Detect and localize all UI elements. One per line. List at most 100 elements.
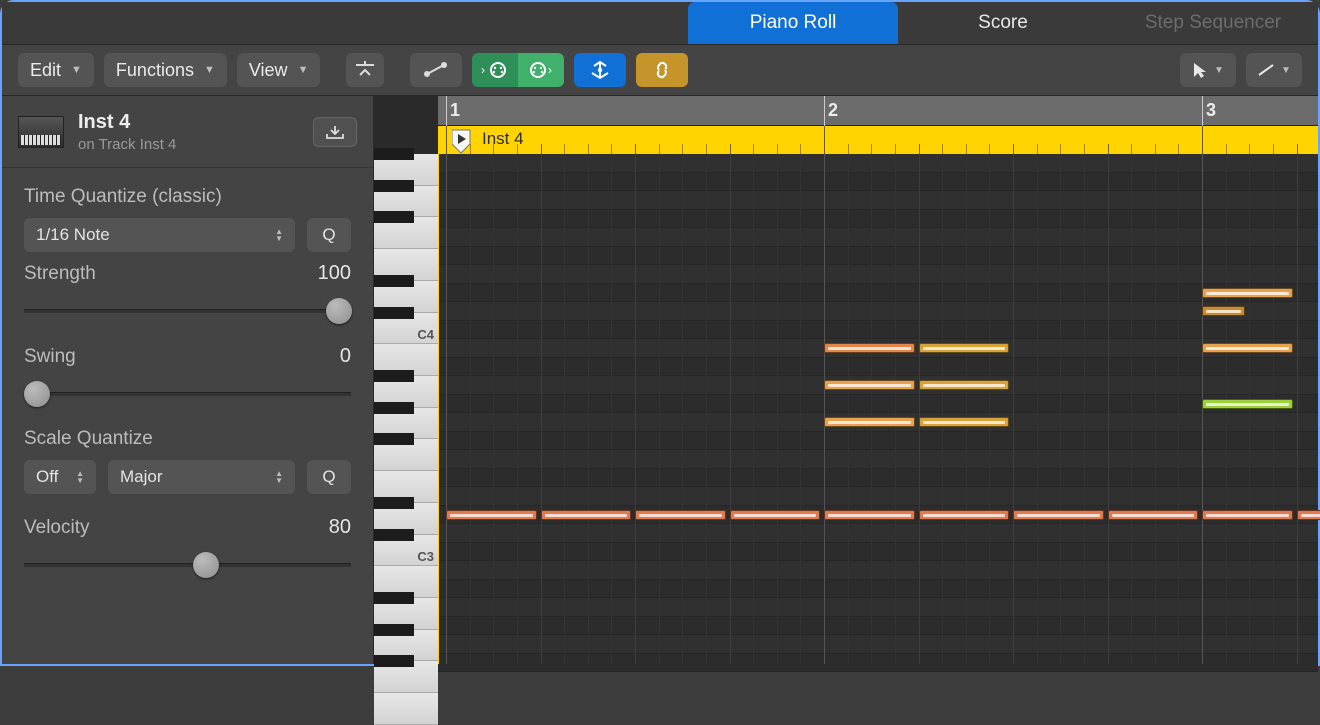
midi-note[interactable] <box>824 510 915 520</box>
velocity-slider[interactable] <box>24 549 351 581</box>
key-label-c3: C3 <box>417 549 434 564</box>
chevron-down-icon: ▼ <box>298 64 309 76</box>
chevron-down-icon: ▼ <box>71 64 82 76</box>
region-ticks <box>438 126 1318 154</box>
midi-out-button[interactable]: › <box>518 53 564 87</box>
stepper-icon: ▲▼ <box>76 470 84 484</box>
midi-note[interactable] <box>919 417 1010 427</box>
quantize-button[interactable]: Q <box>307 218 351 252</box>
slider-thumb[interactable] <box>193 552 219 578</box>
midi-in-button[interactable]: › <box>472 53 518 87</box>
midi-note[interactable] <box>824 343 915 353</box>
scale-enable-select[interactable]: Off ▲▼ <box>24 460 96 494</box>
velocity-label: Velocity <box>24 517 89 539</box>
palette-in-icon: › <box>481 60 509 80</box>
strength-label: Strength <box>24 263 96 285</box>
midi-in-out-segment: › › <box>472 53 564 87</box>
svg-text:›: › <box>481 63 485 77</box>
midi-note[interactable] <box>1202 399 1293 409</box>
import-midi-button[interactable] <box>313 117 357 147</box>
split-icon <box>588 60 612 80</box>
tab-piano-roll[interactable]: Piano Roll <box>688 2 898 44</box>
tab-score[interactable]: Score <box>898 2 1108 44</box>
scale-quantize-label: Scale Quantize <box>24 428 351 450</box>
velocity-value: 80 <box>329 516 351 539</box>
inbox-download-icon <box>325 124 345 140</box>
region-subtitle: on Track Inst 4 <box>78 136 176 153</box>
inspector-sidebar: Inst 4 on Track Inst 4 Time Quantize (cl… <box>2 96 374 664</box>
piano-roll-editor: 1 2 3 Inst 4 C4 C3 <box>374 96 1318 664</box>
view-tabs: Piano Roll Score Step Sequencer <box>688 2 1318 44</box>
tool-selectors: ▼ ▼ <box>1180 53 1302 87</box>
bar-number: 2 <box>828 100 838 121</box>
time-quantize-select[interactable]: 1/16 Note ▲▼ <box>24 218 295 252</box>
link-button[interactable] <box>636 53 688 87</box>
functions-menu[interactable]: Functions ▼ <box>104 53 227 87</box>
left-click-tool[interactable]: ▼ <box>1180 53 1236 87</box>
inspector-panel: Time Quantize (classic) 1/16 Note ▲▼ Q S… <box>2 168 373 617</box>
note-grid[interactable] <box>438 154 1318 664</box>
stepper-icon: ▲▼ <box>275 470 283 484</box>
midi-note[interactable] <box>919 510 1010 520</box>
view-menu[interactable]: View ▼ <box>237 53 321 87</box>
bar-ruler[interactable]: 1 2 3 <box>438 96 1318 126</box>
link-icon <box>650 61 674 79</box>
playhead-line <box>438 154 439 664</box>
time-quantize-value: 1/16 Note <box>36 225 110 245</box>
instrument-thumb-icon <box>18 116 64 148</box>
content-area: Inst 4 on Track Inst 4 Time Quantize (cl… <box>2 96 1318 664</box>
scale-quantize-button[interactable]: Q <box>307 460 351 494</box>
midi-note[interactable] <box>919 343 1010 353</box>
midi-automation-button[interactable] <box>410 53 462 87</box>
bar-number: 3 <box>1206 100 1216 121</box>
chevron-down-icon: ▼ <box>1214 65 1224 76</box>
swing-label: Swing <box>24 346 76 368</box>
catch-icon <box>354 61 376 79</box>
midi-note[interactable] <box>1202 343 1293 353</box>
view-menu-label: View <box>249 60 288 81</box>
midi-note[interactable] <box>919 380 1010 390</box>
midi-note[interactable] <box>730 510 821 520</box>
functions-menu-label: Functions <box>116 60 194 81</box>
scale-type-select[interactable]: Major ▲▼ <box>108 460 295 494</box>
key-label-c4: C4 <box>417 327 434 342</box>
strength-slider[interactable] <box>24 295 351 327</box>
toolbar: Edit ▼ Functions ▼ View ▼ › › ▼ ▼ <box>2 44 1318 96</box>
palette-out-icon: › <box>527 60 555 80</box>
region-strip[interactable]: Inst 4 <box>438 126 1318 154</box>
midi-note[interactable] <box>635 510 726 520</box>
stepper-icon: ▲▼ <box>275 228 283 242</box>
chevron-down-icon: ▼ <box>1281 65 1291 76</box>
midi-note[interactable] <box>824 417 915 427</box>
cmd-click-tool[interactable]: ▼ <box>1246 53 1302 87</box>
scale-type-value: Major <box>120 467 163 487</box>
piano-keys[interactable]: C4 C3 <box>374 154 438 664</box>
catch-playhead-button[interactable] <box>346 53 384 87</box>
midi-thru-button[interactable] <box>574 53 626 87</box>
slider-thumb[interactable] <box>24 381 50 407</box>
chevron-down-icon: ▼ <box>204 64 215 76</box>
strength-value: 100 <box>318 262 351 285</box>
swing-value: 0 <box>340 345 351 368</box>
midi-note[interactable] <box>1108 510 1199 520</box>
midi-note[interactable] <box>1202 306 1245 316</box>
edit-menu[interactable]: Edit ▼ <box>18 53 94 87</box>
midi-note[interactable] <box>446 510 537 520</box>
midi-note[interactable] <box>1013 510 1104 520</box>
midi-note[interactable] <box>1297 510 1320 520</box>
scale-enable-value: Off <box>36 467 58 487</box>
midi-note[interactable] <box>541 510 632 520</box>
pointer-icon <box>1192 61 1208 79</box>
swing-slider[interactable] <box>24 378 351 410</box>
svg-text:›: › <box>548 63 552 77</box>
time-quantize-label: Time Quantize (classic) <box>24 186 351 208</box>
bar-number: 1 <box>450 100 460 121</box>
midi-note[interactable] <box>1202 510 1293 520</box>
midi-note[interactable] <box>824 380 915 390</box>
edit-menu-label: Edit <box>30 60 61 81</box>
tab-step-sequencer: Step Sequencer <box>1108 2 1318 44</box>
region-name: Inst 4 <box>78 111 176 134</box>
region-header: Inst 4 on Track Inst 4 <box>2 96 373 168</box>
midi-note[interactable] <box>1202 288 1293 298</box>
slider-thumb[interactable] <box>326 298 352 324</box>
